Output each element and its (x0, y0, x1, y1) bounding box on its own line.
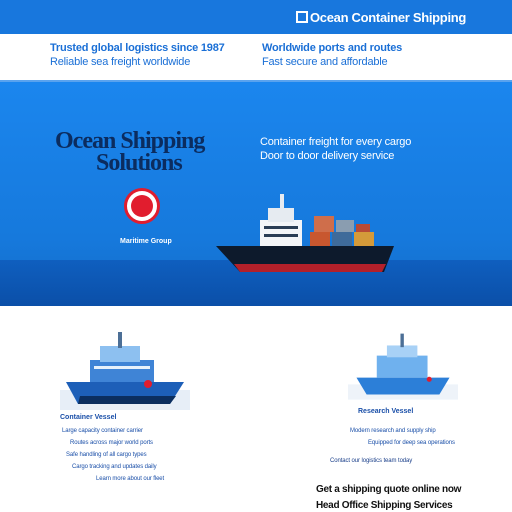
hero-side-line-2: Door to door delivery service (260, 150, 395, 162)
vessel-card-1-name: Container Vessel (60, 414, 117, 421)
hero-banner: Ocean Shipping Solutions Container freig… (0, 82, 512, 306)
footer-contact-line-1: Contact our logistics team today (330, 458, 413, 464)
card-1-caption-line-2: Routes across major world ports (70, 440, 153, 446)
card-2-caption-line-1: Modern research and supply ship (350, 428, 436, 434)
site-title[interactable]: Ocean Container Shipping (296, 10, 466, 25)
top-strip: Ocean Container Shipping (0, 0, 512, 34)
hero-heading-line-2: Solutions (96, 150, 183, 176)
card-1-caption-line-4: Cargo tracking and updates daily (72, 464, 157, 470)
intro-left-line-1: Trusted global logistics since 1987 (50, 42, 225, 54)
card-1-caption-line-3: Safe handling of all cargo types (66, 452, 147, 458)
vessel-card-2[interactable]: Research Vessel (348, 330, 458, 415)
intro-left-line-2: Reliable sea freight worldwide (50, 56, 191, 68)
footer-contact-line-3: Head Office Shipping Services (316, 500, 453, 511)
card-1-caption-line-5[interactable]: Learn more about our fleet (96, 476, 164, 482)
container-ship-illustration (216, 194, 394, 272)
brand-caption: Maritime Group (120, 238, 172, 245)
card-2-caption-line-2: Equipped for deep sea operations (368, 440, 455, 446)
brand-emblem-icon (124, 188, 160, 224)
vessel-card-2-name: Research Vessel (358, 408, 414, 415)
site-title-text: Ocean Container Shipping (310, 10, 467, 25)
container-vessel-image (60, 332, 190, 410)
footer-contact-line-2[interactable]: Get a shipping quote online now (316, 484, 461, 495)
logo-icon (296, 11, 308, 23)
research-vessel-image (348, 333, 458, 400)
hero-side-line-1: Container freight for every cargo (260, 136, 412, 148)
intro-right-line-2: Fast secure and affordable (262, 56, 388, 68)
intro-right-line-1: Worldwide ports and routes (262, 42, 403, 54)
card-1-caption-line-1: Large capacity container carrier (62, 428, 143, 434)
vessel-card-1[interactable]: Container Vessel (60, 330, 190, 425)
intro-band: Trusted global logistics since 1987 Reli… (0, 34, 512, 80)
